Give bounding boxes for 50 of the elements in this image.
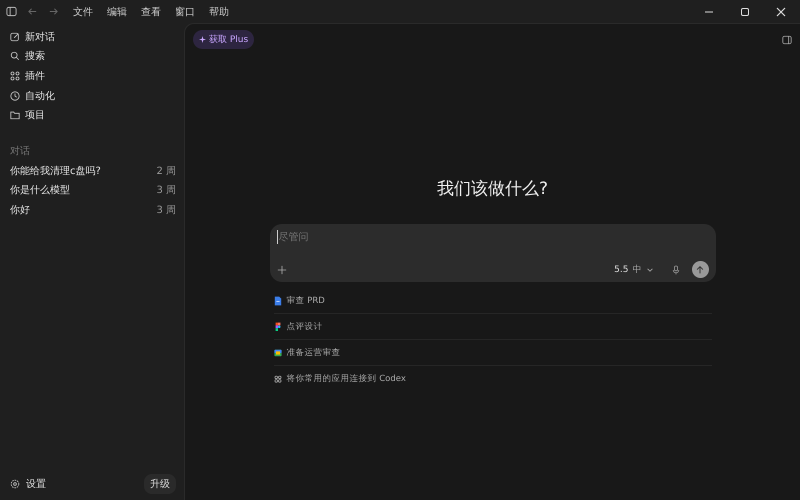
slides-icon [274, 348, 282, 358]
arrow-up-icon [695, 264, 705, 274]
design-app-icon [274, 322, 282, 332]
grid-icon [274, 374, 282, 384]
plus-badge[interactable]: 获取 Plus [193, 30, 254, 49]
model-selector[interactable]: 5.5 [614, 264, 628, 274]
settings-icon[interactable] [10, 479, 20, 489]
nav-item[interactable]: 插件 [10, 66, 176, 86]
menu-item[interactable]: 窗口 [175, 4, 195, 18]
clock-icon [10, 90, 20, 101]
grid-icon [10, 70, 20, 81]
nav-item[interactable]: 项目 [10, 105, 176, 125]
nav-item[interactable]: 自动化 [10, 86, 176, 106]
menu-item[interactable]: 帮助 [209, 4, 229, 18]
menu-item[interactable]: 编辑 [107, 4, 127, 18]
panel-toggle-icon[interactable] [782, 34, 792, 44]
suggestion-item[interactable]: 点评设计 [286, 320, 322, 332]
menu-item[interactable]: 查看 [141, 4, 161, 18]
settings-label[interactable]: 设置 [26, 477, 46, 491]
back-icon[interactable] [27, 6, 38, 17]
conversation-title[interactable]: 你能给我清理c盘吗? [10, 164, 156, 178]
upgrade-button[interactable]: 升级 [144, 474, 176, 494]
suggestion-item[interactable]: 将你常用的应用连接到 Codex [286, 372, 406, 384]
menu-item[interactable]: 文件 [73, 4, 93, 18]
effort-selector[interactable]: 中 [632, 263, 642, 276]
folder-icon [10, 110, 20, 120]
edit-icon [10, 32, 20, 42]
maximize-icon[interactable] [740, 6, 750, 16]
sparkle-icon [199, 36, 206, 43]
microphone-icon[interactable] [672, 264, 680, 274]
conversation-age: 2 周 [156, 164, 176, 178]
add-icon[interactable] [276, 264, 286, 274]
nav-item[interactable]: 搜索 [10, 46, 176, 66]
search-icon [10, 51, 20, 62]
forward-icon[interactable] [48, 6, 59, 17]
conversation-title[interactable]: 你好 [10, 202, 156, 217]
suggestion-item[interactable]: 审查 PRD [286, 294, 325, 306]
document-icon [274, 296, 282, 306]
send-button[interactable] [692, 261, 708, 278]
conversation-title[interactable]: 你是什么模型 [10, 183, 156, 198]
chevron-down-icon[interactable] [646, 266, 654, 274]
nav-item[interactable]: 新对话 [10, 27, 176, 47]
suggestion-item[interactable]: 准备运营审查 [286, 346, 340, 358]
conversation-age: 3 周 [156, 204, 176, 217]
message-input[interactable]: 尽管问 [276, 230, 708, 244]
heading: 我们该做什么? [436, 178, 548, 200]
sidebar-toggle-icon[interactable] [6, 6, 17, 17]
close-icon[interactable] [776, 6, 786, 16]
section-title: 对话 [10, 144, 31, 159]
conversation-age: 3 周 [156, 184, 176, 198]
